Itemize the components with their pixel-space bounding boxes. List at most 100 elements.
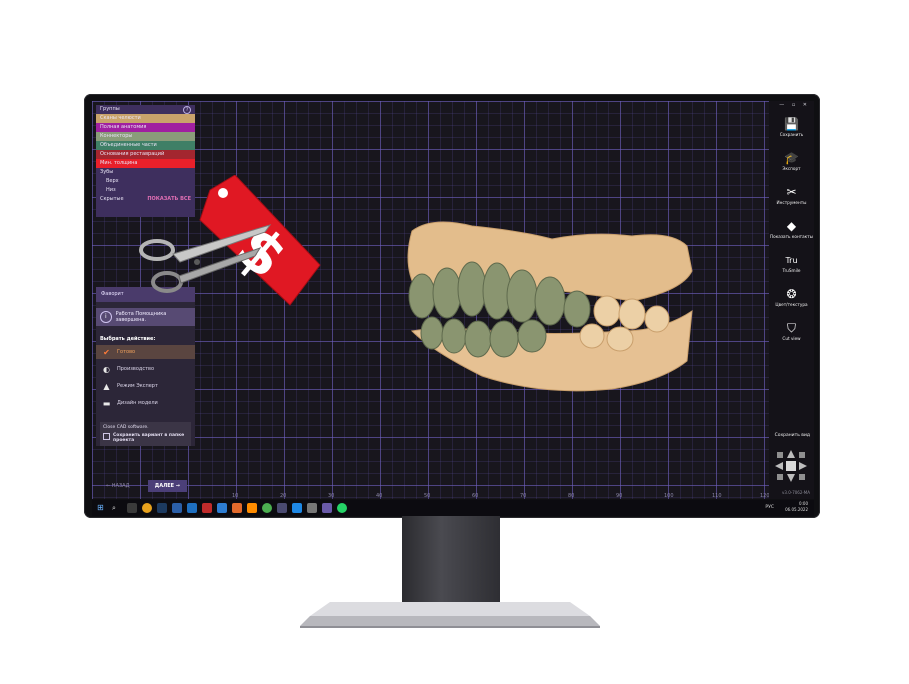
close-text: Close CAD software. [103, 425, 149, 430]
save-icon: 💾 [784, 117, 799, 131]
scissors-icon [139, 224, 272, 293]
ruler-tick: 80 [568, 493, 575, 499]
steam-icon[interactable] [157, 503, 167, 513]
group-row[interactable]: Коннекторы [96, 132, 195, 141]
cut-view-icon: ⛉ [786, 321, 796, 335]
app-icon[interactable] [187, 503, 197, 513]
group-label: Сканы челюсти [100, 115, 141, 121]
save-view-label[interactable]: Сохранить вид [775, 433, 810, 438]
group-label: Объединенные части [100, 142, 157, 148]
app-icon[interactable] [262, 503, 272, 513]
color-texture-icon: ❂ [786, 287, 797, 301]
toolbar-save[interactable]: 💾 Сохранить [769, 117, 814, 149]
groups-header[interactable]: Группы ? [96, 105, 195, 114]
toolbar-trusmile[interactable]: Tru TruSmile [769, 253, 814, 285]
view-navigator-icon[interactable] [774, 449, 808, 483]
next-label: ДАЛЕЕ [154, 483, 175, 489]
group-row[interactable]: Сканы челюсти [96, 114, 195, 123]
window-controls[interactable]: — ▫ ✕ [779, 102, 810, 108]
group-label: Полная анатомия [100, 124, 147, 130]
app-icon[interactable] [232, 503, 242, 513]
toolbar-label: Инструменты [776, 200, 807, 205]
left-panel: Группы ? Сканы челюсти Полная анатомия К… [96, 105, 195, 495]
ruler-tick: 20 [280, 493, 287, 499]
toolbar-cut-view[interactable]: ⛉ Cut view [769, 321, 814, 353]
ruler-tick: 100 [664, 493, 674, 499]
trusmile-icon: Tru [785, 256, 798, 265]
groups-title: Группы [100, 106, 120, 112]
toolbar-label: Сохранить [779, 132, 804, 137]
checkmark-icon: ✔ [103, 347, 110, 357]
lower-row[interactable]: Низ [96, 186, 195, 195]
monitor-stand-neck [402, 516, 500, 610]
toolbar-color-texture[interactable]: ❂ Цвет/текстура [769, 287, 814, 319]
ruler-tick: 110 [712, 493, 722, 499]
next-button[interactable]: ДАЛЕЕ → [147, 480, 187, 492]
vlc-icon[interactable] [247, 503, 257, 513]
chrome-icon[interactable] [142, 503, 152, 513]
task-view-icon[interactable] [127, 503, 137, 513]
app-icon[interactable] [202, 503, 212, 513]
option-production[interactable]: ◐ Производство [96, 362, 195, 376]
option-expert-mode[interactable]: ▲ Режим Эксперт [96, 379, 195, 393]
group-label: Коннекторы [100, 133, 133, 139]
language-indicator[interactable]: РУС [765, 505, 774, 510]
option-label: Режим Эксперт [117, 383, 158, 389]
ruler-tick: 30 [328, 493, 335, 499]
search-icon[interactable]: ⌕ [112, 503, 122, 513]
export-icon: 🎓 [784, 151, 799, 165]
teeth-row[interactable]: Зубы [96, 168, 195, 177]
ruler-tick: 70 [520, 493, 527, 499]
info-icon: i [100, 311, 112, 323]
group-label: Основания реставраций [100, 151, 165, 157]
groups-panel: Группы ? Сканы челюсти Полная анатомия К… [96, 105, 195, 217]
graduation-cap-icon: ▲ [103, 381, 110, 391]
windows-start-icon[interactable]: ⊞ [97, 503, 107, 513]
toolbar-label: Показать контакты [770, 234, 813, 239]
back-button[interactable]: ← НАЗАД [96, 483, 130, 489]
option-label: Готово [117, 349, 136, 355]
checkbox-label: Сохранить вариант в папке проекта [113, 433, 185, 443]
toolbar-label: Cut view [782, 336, 801, 341]
option-done[interactable]: ✔ Готово [96, 345, 195, 359]
toolbar-label: Экспорт [782, 166, 801, 171]
hidden-row: Скрытые ПОКАЗАТЬ ВСЕ [96, 195, 195, 204]
save-variant-checkbox[interactable]: Сохранить вариант в папке проекта [103, 433, 188, 443]
wizard-info-text: Работа Помощника завершена. [115, 311, 167, 323]
ruler-tick: 40 [376, 493, 383, 499]
windows-taskbar: ⊞ ⌕ РУС 0:00 06.05.2022 [92, 500, 814, 516]
app-icon[interactable] [307, 503, 317, 513]
monitor-stand-base [300, 602, 600, 628]
app-icon[interactable] [217, 503, 227, 513]
upper-row[interactable]: Верх [96, 177, 195, 186]
dental-model[interactable] [392, 211, 702, 411]
group-row[interactable]: Полная анатомия [96, 123, 195, 132]
model-design-icon: ▬ [102, 398, 111, 408]
ruler-tick: 90 [616, 493, 623, 499]
lower-label: Низ [106, 187, 116, 193]
tools-icon: ✂ [786, 185, 797, 199]
option-model-design[interactable]: ▬ Дизайн модели [96, 396, 195, 410]
option-label: Дизайн модели [117, 400, 158, 406]
group-row[interactable]: Объединенные части [96, 141, 195, 150]
group-row[interactable]: Основания реставраций [96, 150, 195, 159]
app-icon[interactable] [172, 503, 182, 513]
ruler-tick: 50 [424, 493, 431, 499]
app-icon[interactable] [277, 503, 287, 513]
show-all-button[interactable]: ПОКАЗАТЬ ВСЕ [147, 195, 191, 204]
wizard-panel: Фаворит i Работа Помощника завершена. Вы… [96, 287, 195, 446]
toolbar-tools[interactable]: ✂ Инструменты [769, 185, 814, 217]
toolbar-export[interactable]: 🎓 Экспорт [769, 151, 814, 183]
toolbar-label: Цвет/текстура [775, 302, 808, 307]
production-icon: ◐ [103, 364, 110, 374]
help-icon[interactable]: ? [183, 106, 191, 114]
ruler-tick: 60 [472, 493, 479, 499]
toolbar-contacts[interactable]: ◆ Показать контакты [769, 219, 814, 251]
app-icon[interactable] [292, 503, 302, 513]
group-row[interactable]: Мин. толщина [96, 159, 195, 168]
whatsapp-icon[interactable] [337, 503, 347, 513]
checkbox-box[interactable] [103, 433, 110, 440]
clock[interactable]: 0:00 06.05.2022 [785, 501, 808, 513]
version-label: v3.0-7062-MA [782, 490, 810, 495]
exocad-icon[interactable] [322, 503, 332, 513]
